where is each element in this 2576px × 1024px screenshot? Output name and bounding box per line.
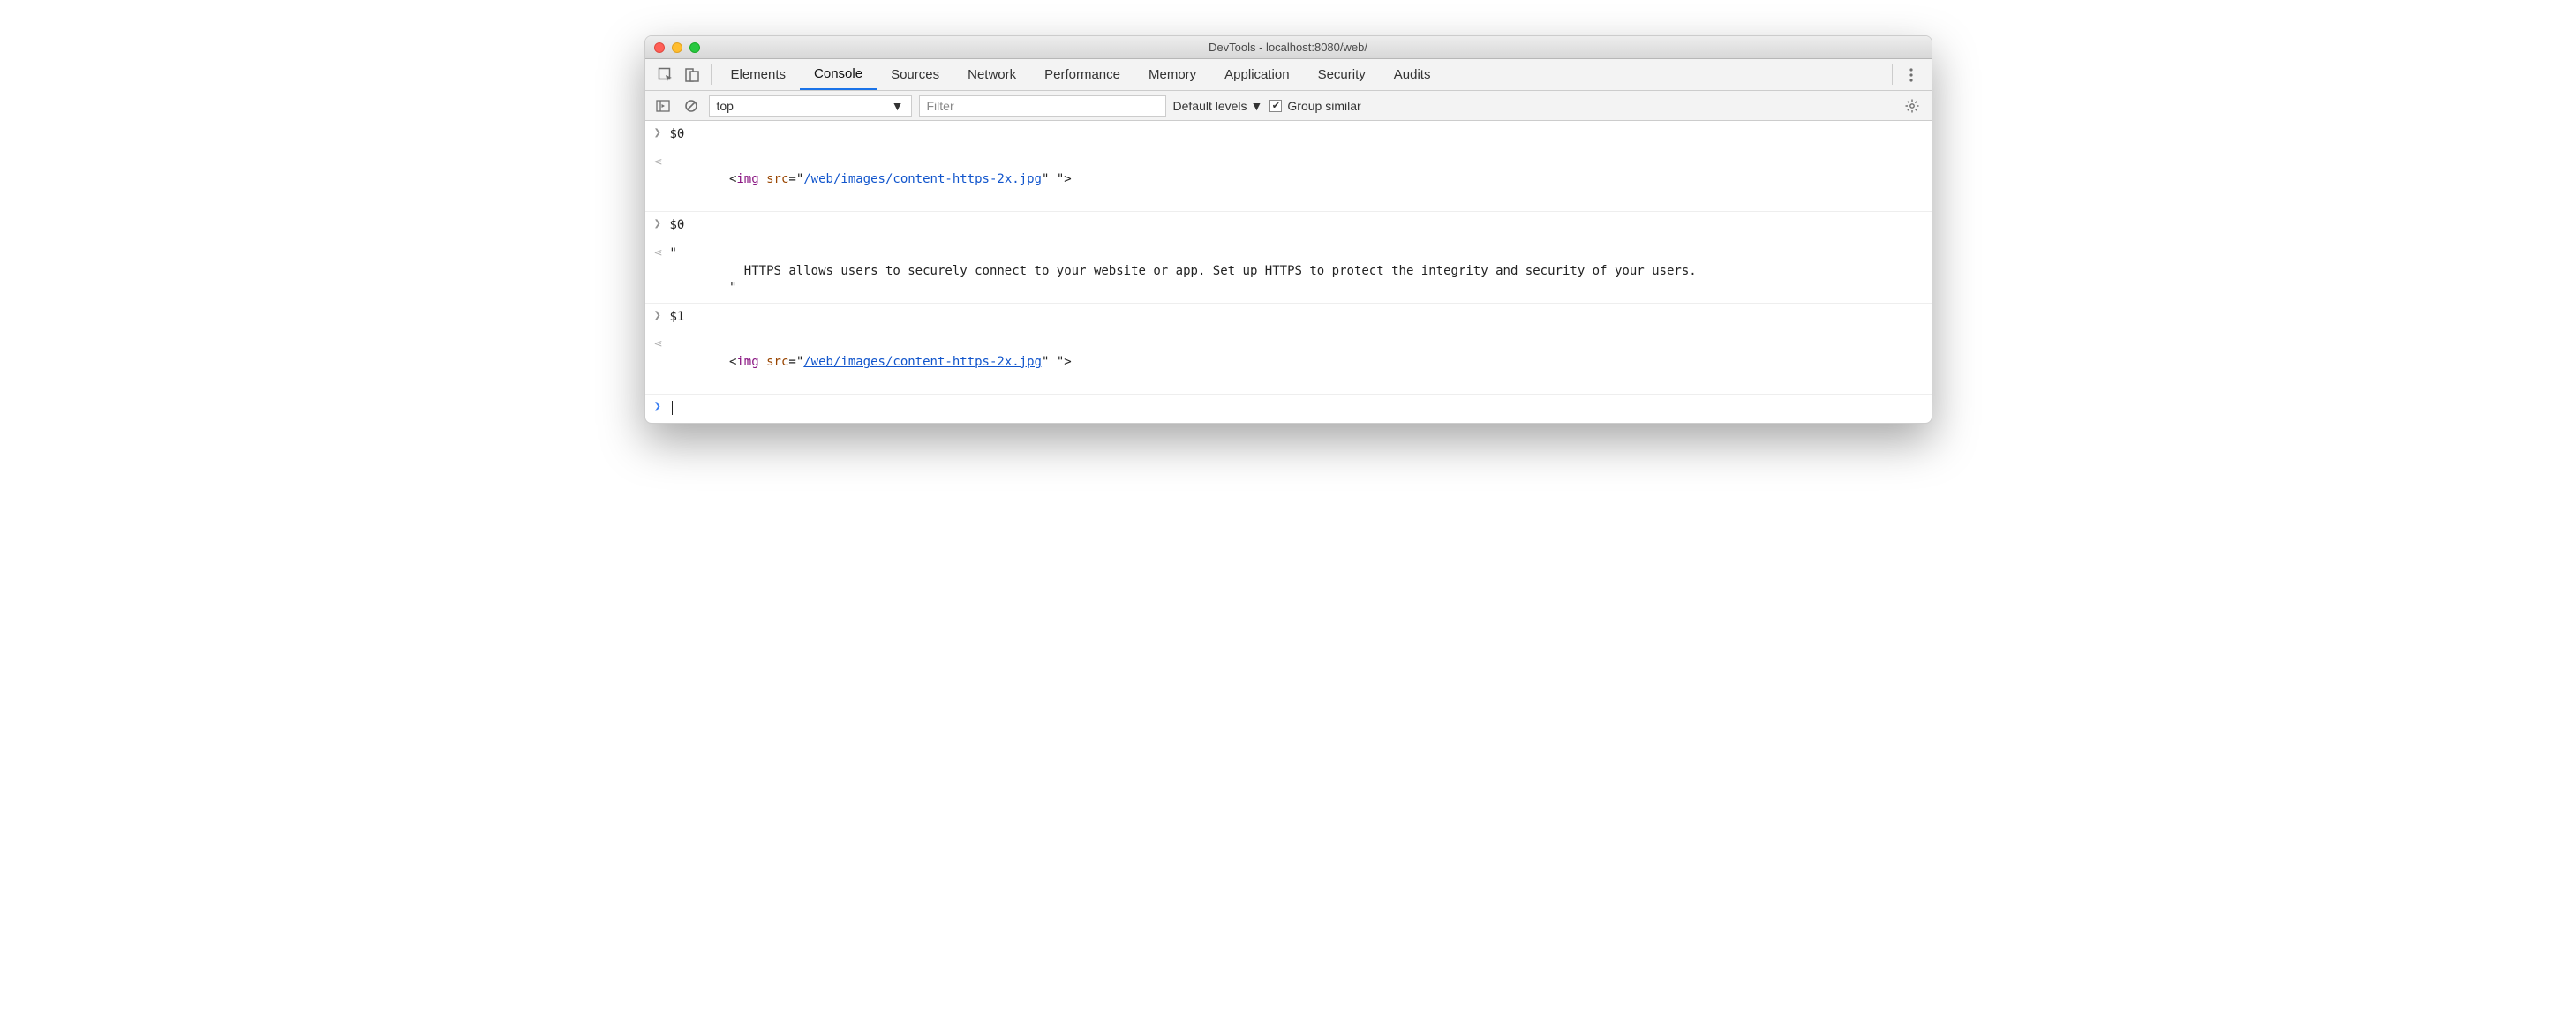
execution-context-select[interactable]: top ▼	[709, 95, 912, 117]
titlebar: DevTools - localhost:8080/web/	[645, 36, 1932, 59]
tab-application[interactable]: Application	[1210, 59, 1303, 90]
console-input-row: $1	[645, 304, 1932, 332]
tab-memory[interactable]: Memory	[1134, 59, 1210, 90]
console-output-text: " HTTPS allows users to securely connect…	[670, 244, 1923, 299]
clear-console-icon[interactable]	[681, 95, 702, 117]
console-input-text: $0	[670, 215, 1923, 237]
tab-console[interactable]: Console	[800, 59, 877, 90]
separator	[1892, 64, 1893, 85]
show-console-sidebar-icon[interactable]	[652, 95, 674, 117]
console-prompt-input[interactable]	[670, 398, 1923, 419]
input-chevron-icon	[654, 307, 670, 322]
output-chevron-icon	[654, 244, 670, 260]
console-output: $0 <img src="/web/images/content-https-2…	[645, 121, 1932, 423]
console-input-text: $1	[670, 307, 1923, 328]
input-chevron-icon	[654, 215, 670, 230]
tab-security[interactable]: Security	[1304, 59, 1380, 90]
tab-audits[interactable]: Audits	[1380, 59, 1445, 90]
console-settings-icon[interactable]	[1900, 94, 1924, 118]
console-output-html: <img src="/web/images/content-https-2x.j…	[670, 335, 1923, 390]
console-output-html: <img src="/web/images/content-https-2x.j…	[670, 153, 1923, 208]
execution-context-value: top	[717, 99, 734, 113]
output-chevron-icon	[654, 335, 670, 351]
input-chevron-icon	[654, 124, 670, 139]
devtools-window: DevTools - localhost:8080/web/ Elements …	[644, 35, 1932, 424]
filter-placeholder: Filter	[927, 99, 954, 113]
console-input-row: $0	[645, 121, 1932, 149]
console-toolbar: top ▼ Filter Default levels ▼ ✔ Group si…	[645, 91, 1932, 121]
console-input-text: $0	[670, 124, 1923, 146]
tab-performance[interactable]: Performance	[1030, 59, 1134, 90]
console-input-row: $0	[645, 212, 1932, 240]
console-output-row: " HTTPS allows users to securely connect…	[645, 240, 1932, 304]
checkbox-checked-icon: ✔	[1269, 100, 1282, 112]
group-similar-label: Group similar	[1287, 99, 1360, 113]
image-src-link[interactable]: /web/images/content-https-2x.jpg	[803, 355, 1042, 369]
console-output-row: <img src="/web/images/content-https-2x.j…	[645, 331, 1932, 395]
log-levels-select[interactable]: Default levels ▼	[1173, 99, 1263, 113]
image-src-link[interactable]: /web/images/content-https-2x.jpg	[803, 172, 1042, 186]
device-toolbar-icon[interactable]	[679, 59, 705, 90]
window-title: DevTools - localhost:8080/web/	[645, 41, 1932, 54]
chevron-down-icon: ▼	[892, 99, 904, 113]
log-levels-label: Default levels	[1173, 99, 1247, 113]
console-prompt-row[interactable]	[645, 395, 1932, 423]
group-similar-toggle[interactable]: ✔ Group similar	[1269, 99, 1360, 113]
separator	[711, 64, 712, 85]
filter-input[interactable]: Filter	[919, 95, 1166, 117]
tab-elements[interactable]: Elements	[717, 59, 801, 90]
inspect-element-icon[interactable]	[652, 59, 679, 90]
tab-network[interactable]: Network	[953, 59, 1030, 90]
more-menu-icon[interactable]	[1898, 59, 1924, 90]
prompt-chevron-icon	[654, 398, 670, 413]
chevron-down-icon: ▼	[1251, 99, 1263, 113]
console-output-row: <img src="/web/images/content-https-2x.j…	[645, 149, 1932, 213]
tabs-bar: Elements Console Sources Network Perform…	[645, 59, 1932, 91]
output-chevron-icon	[654, 153, 670, 169]
tab-sources[interactable]: Sources	[877, 59, 953, 90]
